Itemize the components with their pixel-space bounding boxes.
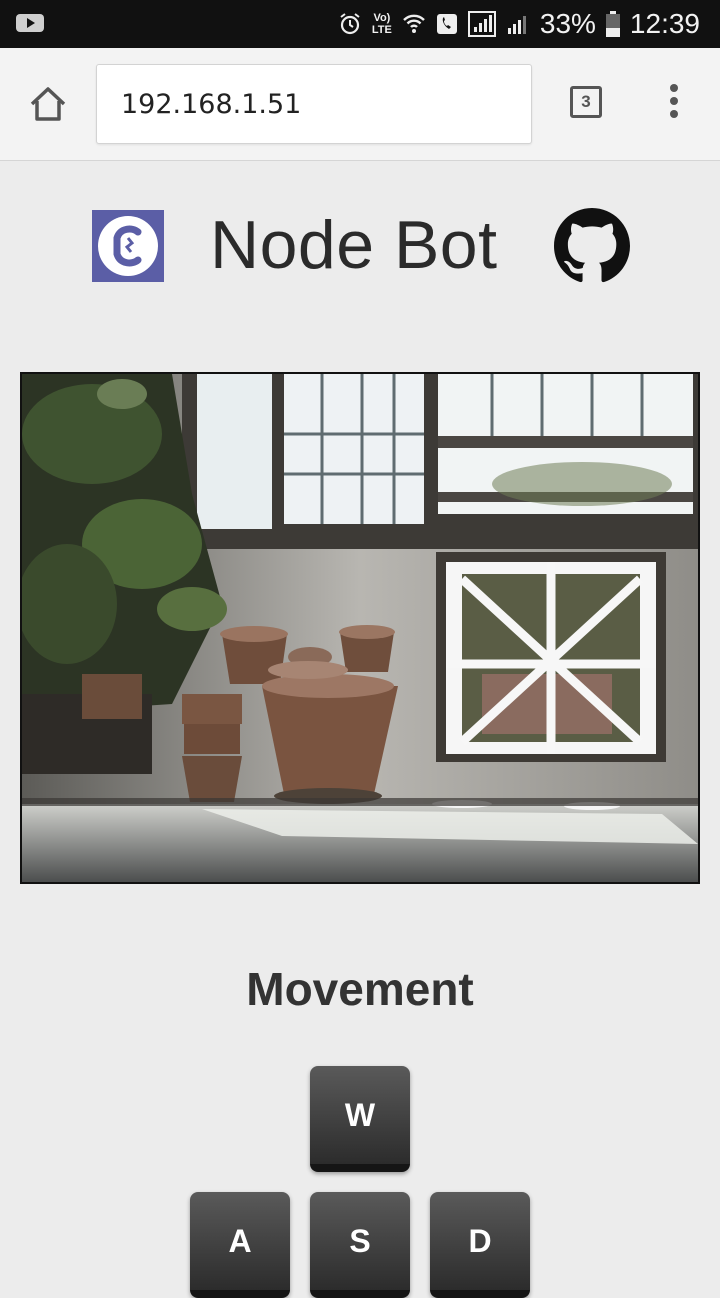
volte-label: Vo) [373,12,391,24]
status-bar: Vo) LTE 33% 12:39 [0,0,720,48]
app-logo-icon[interactable] [92,210,164,282]
move-forward-key[interactable]: W [310,1066,410,1172]
move-left-key[interactable]: A [190,1192,290,1298]
wifi-calling-icon [402,12,426,36]
clock: 12:39 [629,8,700,39]
url-text[interactable]: 192.168.1.51 [121,89,301,120]
battery-icon [605,11,620,37]
address-bar[interactable]: 192.168.1.51 [96,64,532,144]
move-right-key[interactable]: D [430,1192,530,1298]
lte-label: LTE [371,24,392,36]
home-icon[interactable] [26,82,70,126]
move-backward-key[interactable]: S [310,1192,410,1298]
call-icon [436,12,458,36]
volte-icon: Vo) LTE [372,12,392,36]
movement-heading: Movement [246,963,474,1015]
page-title: Node Bot [210,207,498,283]
youtube-notification-icon [16,12,44,34]
more-vert-icon[interactable] [660,84,688,124]
signal-icon [467,11,496,37]
github-icon[interactable] [554,208,630,284]
signal-icon-2 [506,12,530,36]
tab-switcher-button[interactable]: 3 [570,86,602,118]
alarm-icon [338,12,362,36]
browser-toolbar: 192.168.1.51 3 [0,48,720,161]
camera-feed-image [20,372,700,884]
battery-percent: 33% [539,8,596,39]
